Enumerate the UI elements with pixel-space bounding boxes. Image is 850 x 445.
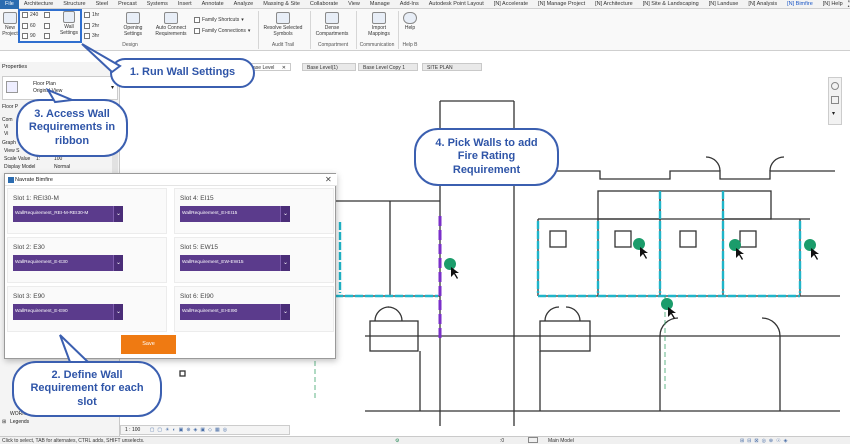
pointer-2 [59, 334, 91, 363]
pointer-3 [45, 87, 76, 104]
pointer-1 [81, 43, 122, 74]
callout-pointers [45, 43, 122, 363]
